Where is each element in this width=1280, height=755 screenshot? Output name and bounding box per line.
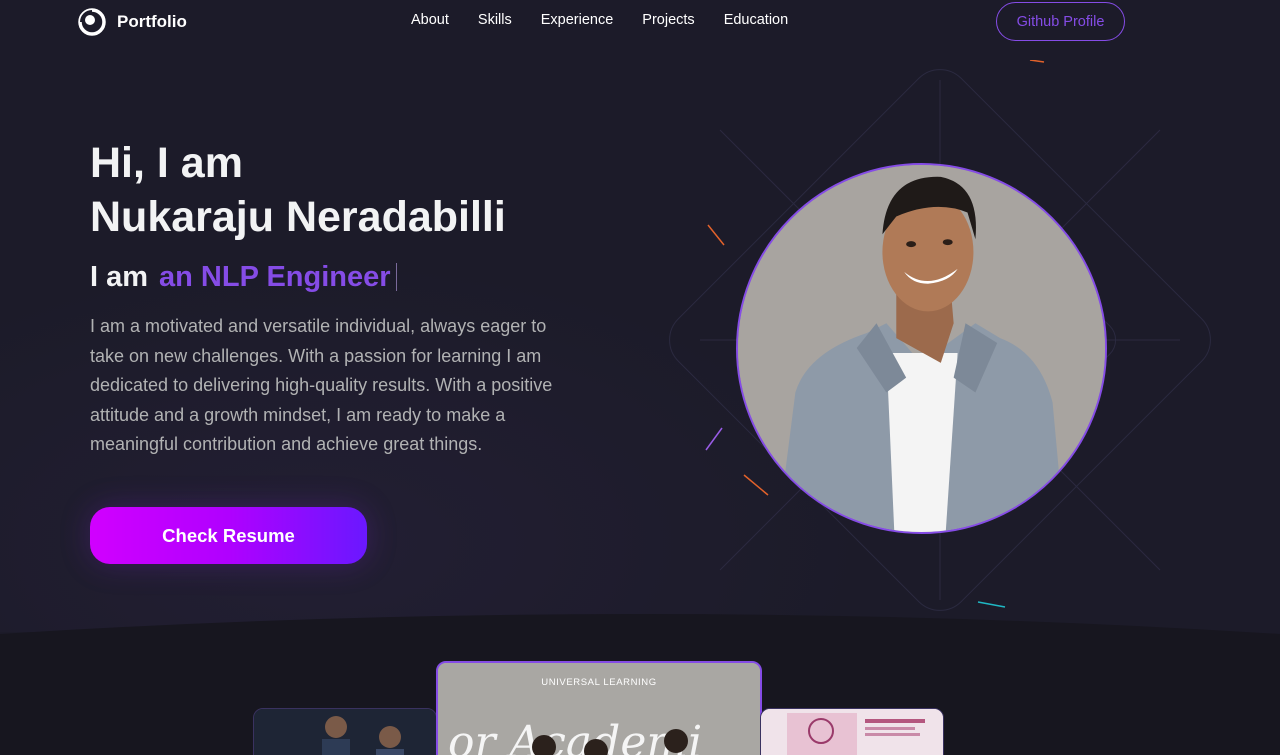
- check-resume-button[interactable]: Check Resume: [90, 507, 367, 564]
- typewriter-cursor: [395, 263, 397, 291]
- hero-role-line: I am an NLP Engineer: [90, 259, 610, 295]
- nav-links: About Skills Experience Projects Educati…: [411, 12, 817, 28]
- logo-text: Portfolio: [117, 12, 187, 31]
- gallery-card-right[interactable]: [760, 708, 944, 755]
- gallery-card-center[interactable]: or Academi UNIVERSAL LEARNING: [436, 661, 762, 755]
- portfolio-logo-icon: [78, 8, 106, 36]
- nav-link-experience[interactable]: Experience: [541, 12, 614, 28]
- nav-link-education[interactable]: Education: [724, 12, 789, 28]
- nav-link-projects[interactable]: Projects: [642, 12, 694, 28]
- profile-photo-image: [738, 165, 1105, 532]
- gallery-center-caption: UNIVERSAL LEARNING: [541, 677, 657, 688]
- github-profile-button[interactable]: Github Profile: [996, 2, 1125, 41]
- gallery-photo-left: [254, 709, 436, 755]
- nav-link-about[interactable]: About: [411, 12, 449, 28]
- hero-bio: I am a motivated and versatile individua…: [90, 316, 553, 455]
- gallery-photo-right: [761, 709, 943, 755]
- hero-text: Hi, I am Nukaraju Neradabilli I am an NL…: [90, 138, 610, 460]
- role-prefix: I am: [90, 260, 149, 293]
- logo-link[interactable]: Portfolio: [77, 6, 187, 38]
- svg-text:or Academi: or Academi: [448, 717, 702, 755]
- profile-photo: [736, 163, 1107, 534]
- nav-link-skills[interactable]: Skills: [478, 12, 512, 28]
- hero-greeting: Hi, I am: [90, 139, 243, 187]
- role-typewriter: an NLP Engineer: [159, 260, 391, 293]
- hero-name: Nukaraju Neradabilli: [90, 193, 506, 241]
- gallery-card-left[interactable]: [253, 708, 437, 755]
- gallery-section: or Academi UNIVERSAL LEARNING: [0, 604, 1280, 755]
- navbar: Portfolio About Skills Experience Projec…: [0, 0, 1280, 42]
- portfolio-page: Portfolio About Skills Experience Projec…: [0, 0, 1280, 755]
